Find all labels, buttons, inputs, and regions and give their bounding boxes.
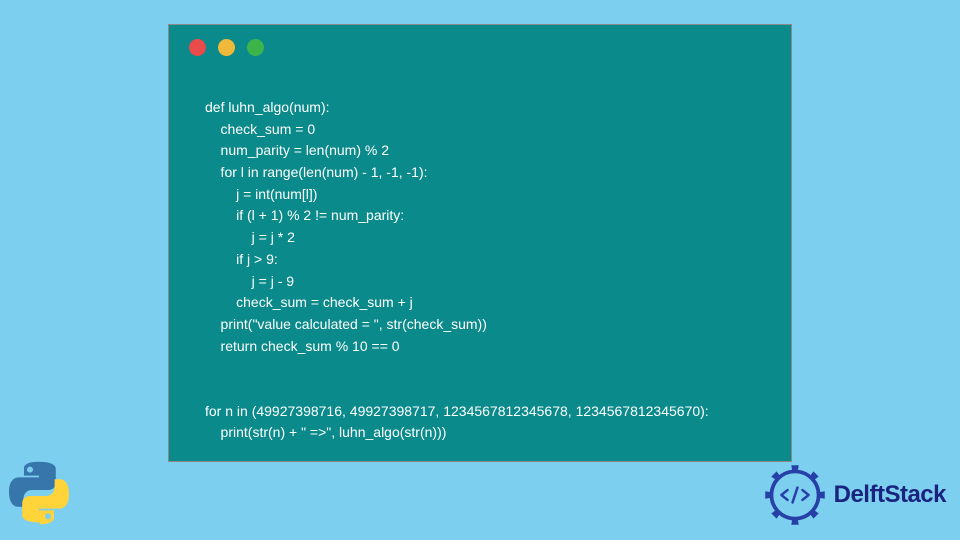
code-window: def luhn_algo(num): check_sum = 0 num_pa… <box>168 24 792 462</box>
minimize-icon <box>218 39 235 56</box>
window-titlebar <box>169 25 791 69</box>
python-logo-icon <box>6 460 72 526</box>
brand-gear-icon <box>764 464 826 526</box>
maximize-icon <box>247 39 264 56</box>
brand-name: DelftStack <box>834 481 946 509</box>
brand-badge: DelftStack <box>764 464 946 526</box>
close-icon <box>189 39 206 56</box>
code-content: def luhn_algo(num): check_sum = 0 num_pa… <box>169 69 791 464</box>
